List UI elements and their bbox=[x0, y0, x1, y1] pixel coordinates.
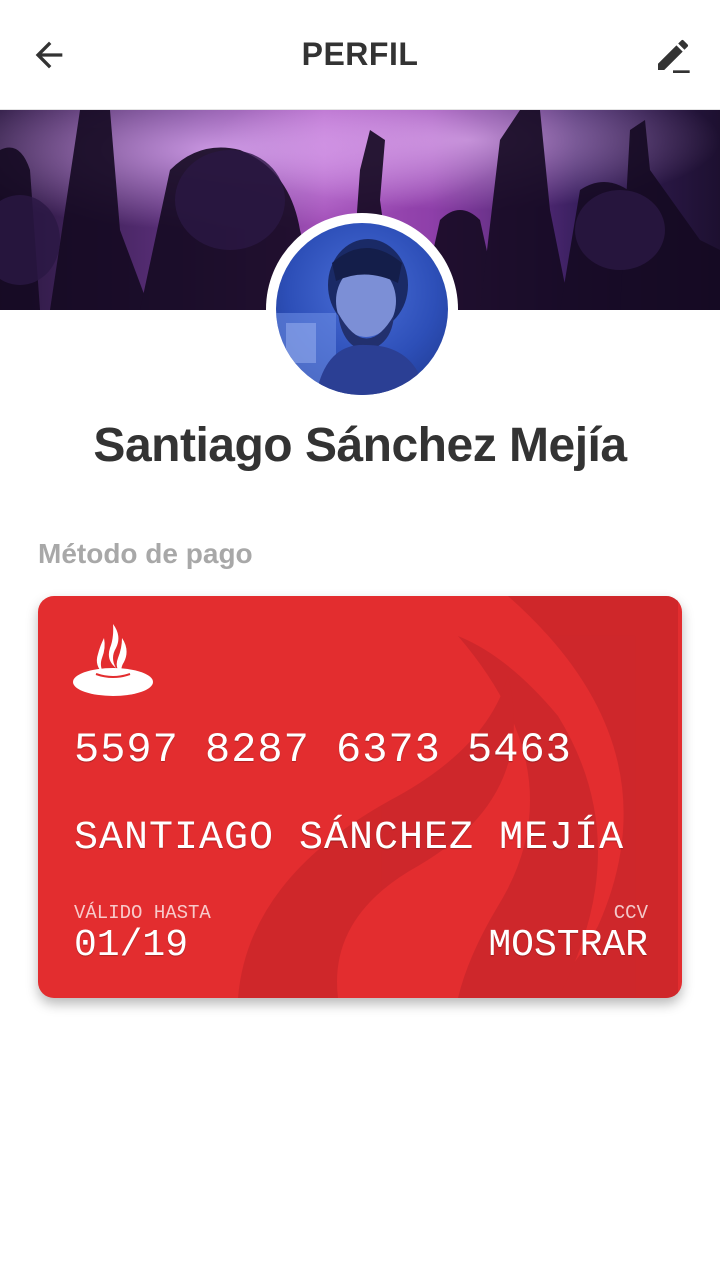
user-name: Santiago Sánchez Mejía bbox=[93, 419, 627, 472]
show-ccv-button[interactable]: MOSTRAR bbox=[488, 924, 648, 967]
card-holder-name: SANTIAGO SÁNCHEZ MEJÍA bbox=[74, 816, 625, 861]
avatar-photo bbox=[276, 223, 448, 395]
page-title: PERFIL bbox=[301, 36, 419, 72]
arrow-left-icon bbox=[35, 41, 63, 69]
avatar[interactable] bbox=[266, 213, 458, 405]
payment-method-label: Método de pago bbox=[38, 538, 253, 569]
app-bar: PERFIL bbox=[0, 0, 720, 110]
back-button[interactable] bbox=[24, 30, 74, 80]
edit-button[interactable] bbox=[648, 30, 698, 80]
card-number: 5597 8287 6373 5463 bbox=[74, 726, 572, 774]
ccv-label: CCV bbox=[613, 902, 648, 924]
santander-flame-icon bbox=[73, 624, 153, 696]
valid-until-value: 01/19 bbox=[74, 924, 189, 967]
credit-card[interactable]: 5597 8287 6373 5463 SANTIAGO SÁNCHEZ MEJ… bbox=[38, 596, 682, 998]
pencil-edit-icon bbox=[658, 39, 690, 73]
valid-until-label: VÁLIDO HASTA bbox=[74, 902, 211, 924]
